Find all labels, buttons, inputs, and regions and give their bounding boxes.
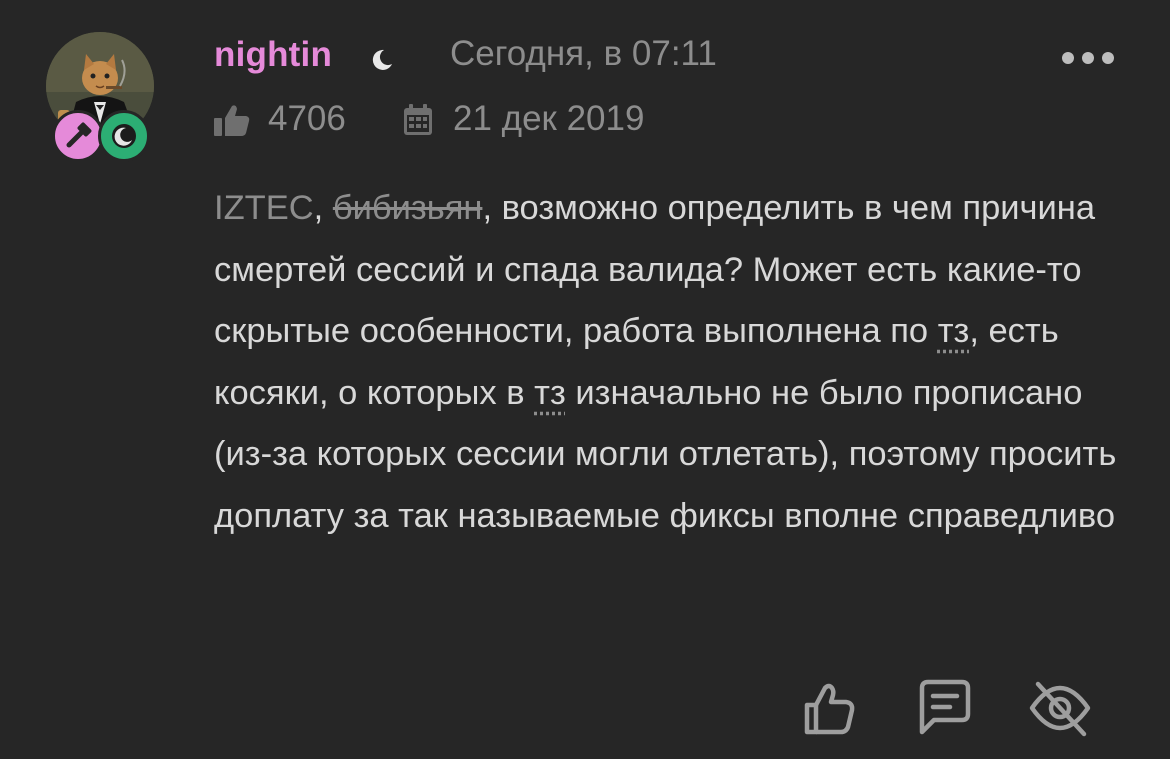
strikethrough-text: бибизьян: [332, 189, 483, 227]
hide-icon: [1029, 681, 1091, 737]
moon-icon: [370, 46, 396, 72]
moon-badge-icon[interactable]: [98, 110, 150, 162]
role-badge-icon[interactable]: [52, 110, 104, 162]
user-badges: [52, 110, 156, 166]
reply-icon: [919, 679, 971, 735]
post-text: IZTEC, бибизьян, возможно определить в ч…: [214, 178, 1134, 547]
registration-date: 21 дек 2019: [453, 99, 645, 138]
more-options-icon[interactable]: [1060, 50, 1116, 66]
abbreviation-tz[interactable]: тз: [534, 374, 566, 412]
post-timestamp: Сегодня, в 07:11: [450, 34, 717, 73]
post-content: IZTEC, бибизьян, возможно определить в ч…: [214, 178, 1134, 547]
text-separator: ,: [313, 189, 333, 227]
thumbs-up-icon: [212, 102, 252, 138]
like-button[interactable]: [798, 676, 862, 740]
user-mention[interactable]: IZTEC: [214, 189, 314, 227]
abbreviation-tz[interactable]: тз: [938, 312, 970, 350]
hide-button[interactable]: [1028, 676, 1092, 740]
forum-post: nightin Сегодня, в 07:11 4706 21 дек 201…: [0, 0, 1170, 759]
username[interactable]: nightin: [214, 35, 332, 75]
likes-count: 4706: [268, 99, 346, 138]
reply-button[interactable]: [912, 676, 976, 740]
calendar-icon: [400, 102, 436, 138]
like-icon: [804, 683, 855, 735]
